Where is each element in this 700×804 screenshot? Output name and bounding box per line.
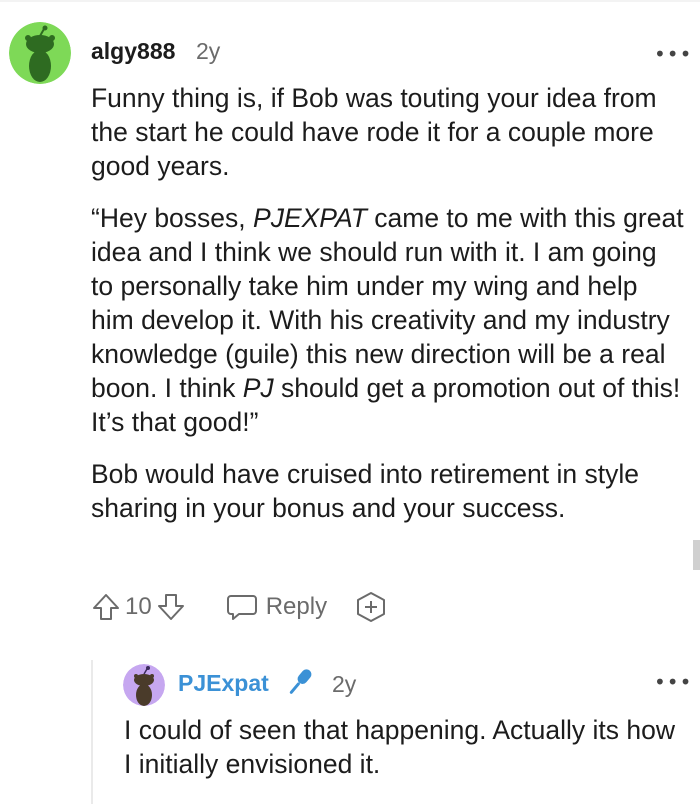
more-options-icon[interactable]: •••: [654, 44, 692, 64]
reply-age: 2y: [332, 671, 357, 697]
avatar[interactable]: [9, 22, 71, 84]
reply-body: I could of seen that happening. Actually…: [124, 715, 675, 779]
more-options-icon[interactable]: •••: [654, 672, 692, 692]
downvote-icon[interactable]: [156, 592, 186, 622]
comment-body: Funny thing is, if Bob was touting your …: [91, 81, 686, 525]
comment-actions: 10 Reply: [91, 590, 387, 624]
award-plus-icon[interactable]: [355, 591, 387, 623]
snoo-avatar-icon: [9, 22, 71, 84]
reply-button[interactable]: Reply: [266, 593, 327, 621]
quote-text: “Hey bosses,: [91, 203, 254, 233]
microphone-icon: [282, 664, 318, 700]
scrollbar[interactable]: [693, 540, 700, 570]
comment-age: 2y: [196, 38, 221, 64]
comment-paragraph: Bob would have cruised into retirement i…: [91, 459, 639, 523]
comment-paragraph: Funny thing is, if Bob was touting your …: [91, 83, 657, 181]
reply-icon[interactable]: [226, 592, 258, 622]
quote-emphasis: PJEXPAT: [253, 203, 367, 233]
top-divider: [0, 0, 700, 2]
quote-emphasis: PJ: [242, 373, 274, 403]
comment-username[interactable]: algy888: [91, 38, 175, 65]
comment-paragraph: “Hey bosses, PJEXPAT came to me with thi…: [91, 201, 686, 439]
comment-thread: algy888 2y ••• Funny thing is, if Bob wa…: [0, 0, 700, 804]
upvote-icon[interactable]: [91, 592, 121, 622]
vote-count: 10: [125, 593, 152, 620]
thread-line[interactable]: [91, 660, 93, 804]
reply-username[interactable]: PJExpat: [178, 670, 269, 697]
snoo-avatar-icon: [123, 664, 165, 706]
avatar[interactable]: [123, 664, 165, 706]
